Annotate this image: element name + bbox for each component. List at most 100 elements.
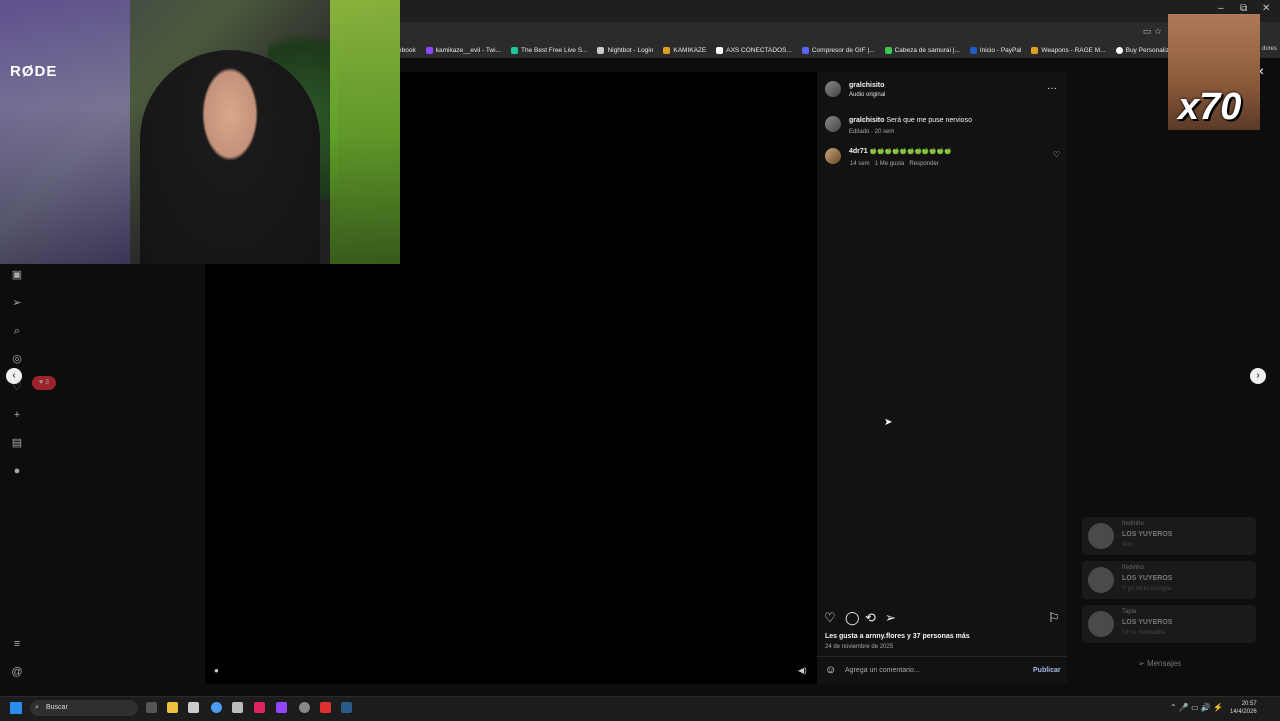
samurai-icon: [884, 46, 892, 54]
post-date: 24 de noviembre de 2025: [825, 644, 894, 650]
repost-icon[interactable]: ⟲: [865, 610, 876, 626]
explore-icon[interactable]: ◎: [10, 352, 24, 366]
create-icon[interactable]: +: [10, 408, 24, 422]
streamer-webcam: RØDE: [0, 0, 400, 264]
shop-icon: [1115, 46, 1123, 54]
store-icon[interactable]: [188, 702, 199, 713]
clock[interactable]: 20:57 14/4/2026: [1230, 700, 1257, 716]
address-bar-actions: ▭ ☆: [1143, 26, 1162, 37]
profile-icon[interactable]: ●: [10, 464, 24, 478]
star-icon[interactable]: ☆: [1154, 26, 1162, 36]
system-tray[interactable]: ⌃ 🎤 ▭ 🔊 ⚡: [1170, 703, 1223, 712]
bookmark-item[interactable]: ebook: [398, 47, 416, 54]
chat-title: LOS YUYEROS: [1122, 531, 1173, 538]
minimize-button[interactable]: –: [1218, 3, 1224, 14]
audio-link[interactable]: Audio original: [849, 92, 885, 98]
task-view-icon[interactable]: [146, 702, 157, 713]
comment-like-icon[interactable]: ♡: [1053, 150, 1060, 159]
chat-preview[interactable]: fredinho LOS YUYEROS Y yo no lo escogía: [1082, 561, 1256, 599]
app-icon[interactable]: [232, 702, 243, 713]
bookmark-item[interactable]: The Best Free Live S...: [510, 46, 587, 54]
caption-avatar[interactable]: [825, 116, 841, 132]
file-explorer-icon[interactable]: [167, 702, 178, 713]
caption: gralchisito Será que me puse nervioso: [849, 117, 972, 124]
chat-avatar: [1088, 567, 1114, 593]
chat-title: LOS YUYEROS: [1122, 619, 1173, 626]
emoji-icon[interactable]: ☺: [825, 664, 836, 676]
reels-icon[interactable]: ▣: [10, 268, 24, 282]
comment-username[interactable]: 4dr71: [849, 148, 868, 155]
chat-preview[interactable]: Tapia LOS YUYEROS Oh si motivadita: [1082, 605, 1256, 643]
steam-icon[interactable]: [341, 702, 352, 713]
user-tag-icon[interactable]: ●: [214, 666, 219, 675]
close-button[interactable]: ✕: [1262, 3, 1270, 14]
clock-time: 20:57: [1241, 701, 1257, 707]
chat-preview[interactable]: fredinho LOS YUYEROS Aoo: [1082, 517, 1256, 555]
publish-button[interactable]: Publicar: [1033, 667, 1061, 674]
more-options-icon[interactable]: ···: [1047, 83, 1057, 94]
comment-icon[interactable]: ◯: [845, 610, 860, 626]
bookmark-item[interactable]: kamikaze__evil - Twi...: [425, 46, 501, 54]
notification-badge[interactable]: ♥ 3: [32, 376, 56, 390]
taskbar-search-label: Buscar: [46, 704, 68, 711]
dashboard-icon[interactable]: ▤: [10, 436, 24, 450]
taskbar: ⌕ Buscar ⌃ 🎤 ▭ 🔊 ⚡ 20:57 14/4/2026: [0, 696, 1280, 721]
liked-by[interactable]: Les gusta a arnny.flores y 37 personas m…: [825, 633, 970, 640]
chat-avatar: [1088, 611, 1114, 637]
caption-username[interactable]: gralchisito: [849, 117, 884, 124]
bookmark-item[interactable]: dores: [1262, 46, 1277, 52]
volume-icon[interactable]: ◀): [798, 666, 807, 675]
bookmark-item[interactable]: Nightbot - Login: [597, 46, 653, 54]
search-icon: ⌕: [35, 704, 39, 711]
bookmark-item[interactable]: Compresor de GIF |...: [801, 46, 875, 54]
search-icon[interactable]: ⌕: [10, 324, 24, 338]
streamer-figure: [140, 50, 320, 264]
caption-text: Será que me puse nervioso: [886, 117, 972, 124]
post-actions: ♡ ◯ ⟲ ➢ ⚐: [824, 610, 1060, 626]
mouse-cursor-icon: ➤: [884, 417, 893, 428]
bookmark-icon[interactable]: ⚐: [1048, 610, 1060, 626]
author-avatar[interactable]: [825, 81, 841, 97]
bookmark-item[interactable]: Inicio - PayPal: [969, 46, 1021, 54]
comment-likes[interactable]: 1 Me gusta: [875, 161, 905, 167]
menu-icon[interactable]: ≡: [10, 637, 24, 651]
commenter-avatar[interactable]: [825, 148, 841, 164]
clock-date: 14/4/2026: [1230, 709, 1257, 715]
brave-icon[interactable]: [320, 702, 331, 713]
threads-icon[interactable]: @: [10, 665, 24, 679]
chat-sender: fredinho: [1122, 565, 1144, 571]
taskbar-search[interactable]: ⌕ Buscar: [30, 700, 138, 716]
chat-avatar: [1088, 523, 1114, 549]
chat-sender: Tapia: [1122, 609, 1137, 615]
messages-button[interactable]: ➢ Mensajes: [1138, 659, 1181, 668]
bookmark-item[interactable]: KAMIKAZE: [663, 46, 706, 54]
chat-snippet: Oh si motivadita: [1122, 630, 1166, 636]
webcam-green-wall: [330, 0, 400, 264]
twitch-icon[interactable]: [276, 702, 287, 713]
divider: [817, 656, 1067, 657]
next-post-button[interactable]: ›: [1250, 368, 1266, 384]
microphone-brand: RØDE: [10, 63, 58, 80]
meme-overlay: x70: [1168, 14, 1260, 130]
bookmarks-bar: ebook kamikaze__evil - Twi... The Best F…: [398, 42, 1280, 58]
like-icon[interactable]: ♡: [824, 610, 836, 626]
chrome-icon[interactable]: [211, 702, 222, 713]
windows-start-icon[interactable]: [10, 702, 22, 714]
share-icon[interactable]: ➢: [885, 610, 896, 626]
comment: 4dr71 🍏🍏🍏🍏🍏🍏🍏🍏🍏🍏🍏: [849, 148, 952, 155]
messages-icon[interactable]: ➢: [10, 296, 24, 310]
restore-button[interactable]: ⧉: [1240, 3, 1247, 14]
comment-meta: 14 sem 1 Me gusta Responder: [850, 161, 939, 167]
chat-sender: fredinho: [1122, 521, 1144, 527]
cast-icon[interactable]: ▭: [1143, 26, 1152, 36]
tiktok-icon[interactable]: [254, 702, 265, 713]
comment-input[interactable]: Agrega un comentario...: [845, 667, 920, 674]
bookmark-item[interactable]: AXS CONECTADOS...: [716, 46, 792, 54]
obs-icon[interactable]: [299, 702, 310, 713]
bookmark-item[interactable]: Cabeza de samurai |...: [884, 46, 960, 54]
chat-snippet: Aoo: [1122, 542, 1133, 548]
bookmark-item[interactable]: Weapons - RAGE M...: [1031, 46, 1106, 54]
author-username[interactable]: gralchisito: [849, 82, 884, 89]
previous-post-button[interactable]: ‹: [6, 368, 22, 384]
comment-reply[interactable]: Responder: [909, 161, 938, 167]
